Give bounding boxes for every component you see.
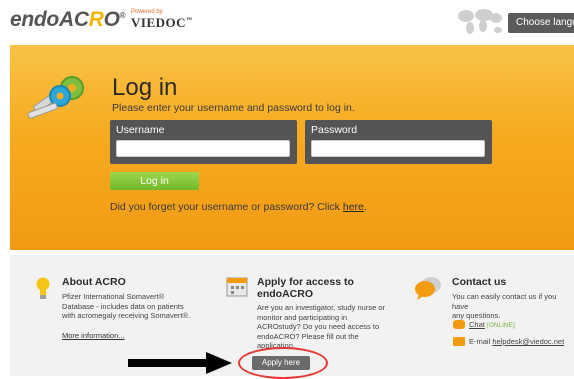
arrow-right-icon [128,352,232,374]
lightbulb-icon [36,277,50,299]
choose-language-button[interactable]: Choose language [508,13,574,33]
chat-link[interactable]: Chat [469,320,485,329]
mail-icon [453,337,465,346]
viedoc-logo: Powered by VIEDOC™ [131,9,193,30]
keys-icon [27,76,84,119]
password-label: Password [311,124,358,136]
email-link[interactable]: helpdesk@viedoc.net [492,337,564,346]
password-input[interactable] [311,140,485,157]
contact-text: You can easily contact us if you have an… [452,292,557,320]
login-button[interactable]: Log in [110,172,199,190]
username-label: Username [116,124,165,136]
about-title: About ACRO [62,276,126,288]
apply-text: Are you an investigator, study nurse or … [257,303,385,350]
chat-icon [453,320,465,329]
about-text: Pfizer International Somavert® Database … [62,292,191,320]
email-row: E-mail helpdesk@viedoc.net [469,337,565,346]
highlight-ellipse [238,347,328,379]
password-field-group: Password [305,120,492,164]
more-information-link[interactable]: More information... [62,331,125,340]
username-field-group: Username [110,120,297,164]
forgot-here-link[interactable]: here [343,201,364,213]
contact-title: Contact us [452,276,507,288]
login-title: Log in [112,74,178,101]
endoacro-logo: endoACRO® [10,8,126,31]
calendar-icon [226,277,248,297]
world-map-icon [458,9,502,34]
username-input[interactable] [116,140,290,157]
speech-bubble-icon [415,277,441,300]
chat-status: [ONLINE] [486,322,515,329]
header: endoACRO® Powered by VIEDOC™ Choose lang… [0,0,574,45]
forgot-credentials-text: Did you forget your username or password… [110,201,367,213]
login-instructions: Please enter your username and password … [112,102,355,114]
chat-row: Chat [ONLINE] [469,320,515,331]
apply-title: Apply for access to endoACRO [257,276,354,300]
